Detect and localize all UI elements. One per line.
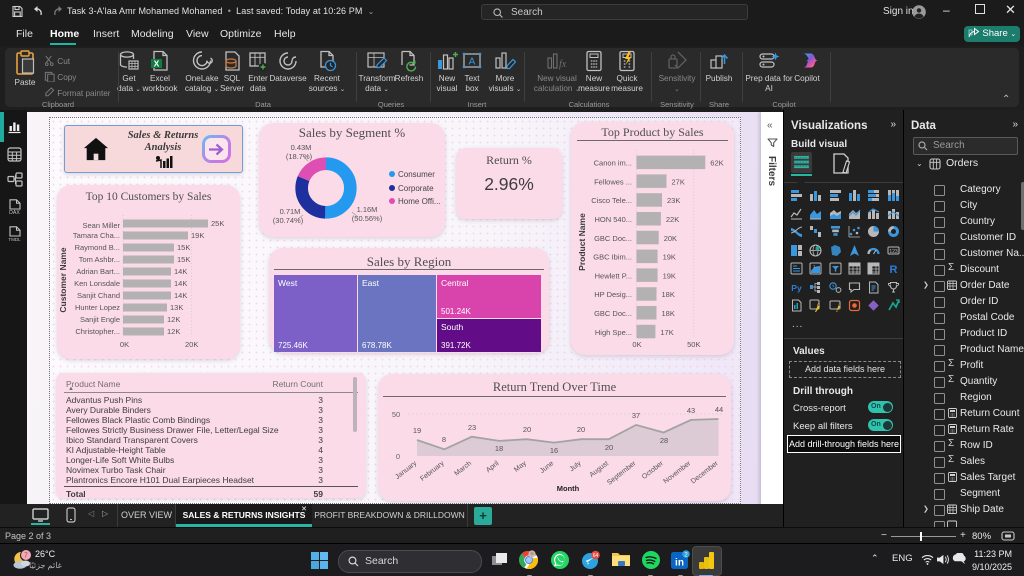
svg-text:January: January <box>394 460 418 481</box>
svg-text:64: 64 <box>593 553 599 559</box>
svg-text:X: X <box>154 58 160 68</box>
svg-text:123: 123 <box>889 248 898 254</box>
svg-text:June: June <box>539 460 555 475</box>
svg-text:18K: 18K <box>662 309 675 318</box>
svg-text:(30.74%): (30.74%) <box>273 216 304 225</box>
svg-text:22K: 22K <box>666 215 679 224</box>
svg-text:0.43M: 0.43M <box>291 143 312 152</box>
svg-text:(50.56%): (50.56%) <box>352 214 383 223</box>
svg-text:28: 28 <box>660 436 668 445</box>
svg-text:February: February <box>419 460 446 483</box>
svg-text:0K: 0K <box>632 340 641 349</box>
svg-text:20: 20 <box>523 425 531 434</box>
svg-text:13K: 13K <box>170 303 183 312</box>
svg-text:HON 540...: HON 540... <box>594 215 632 224</box>
svg-text:DAX: DAX <box>9 210 20 215</box>
svg-text:19K: 19K <box>191 231 204 240</box>
svg-text:TMDL: TMDL <box>9 237 22 242</box>
svg-text:High Spe...: High Spe... <box>595 328 632 337</box>
svg-text:August: August <box>589 460 611 479</box>
svg-text:Sean Miller: Sean Miller <box>82 221 120 230</box>
svg-text:September: September <box>606 460 638 487</box>
svg-text:May: May <box>513 460 528 474</box>
svg-text:GBC Doc...: GBC Doc... <box>594 309 632 318</box>
svg-text:Tamara Cha...: Tamara Cha... <box>73 231 120 240</box>
svg-text:27K: 27K <box>672 177 685 186</box>
svg-text:Hunter Lopez: Hunter Lopez <box>75 303 120 312</box>
svg-text:19K: 19K <box>663 271 676 280</box>
svg-text:HP Desig...: HP Desig... <box>594 290 632 299</box>
svg-text:23: 23 <box>468 423 476 432</box>
svg-text:Sanjit Engle: Sanjit Engle <box>80 315 120 324</box>
svg-text:20K: 20K <box>185 340 198 349</box>
svg-text:Ken Lonsdale: Ken Lonsdale <box>74 279 120 288</box>
svg-text:37: 37 <box>632 411 640 420</box>
svg-text:14K: 14K <box>174 267 187 276</box>
svg-text:17K: 17K <box>660 328 673 337</box>
svg-text:15K: 15K <box>177 243 190 252</box>
svg-text:Month: Month <box>557 484 580 493</box>
svg-text:March: March <box>453 460 473 478</box>
svg-text:October: October <box>641 460 665 481</box>
svg-text:44: 44 <box>715 405 723 414</box>
svg-text:20: 20 <box>605 443 613 452</box>
svg-text:Consumer: Consumer <box>398 170 435 179</box>
svg-text:Corporate: Corporate <box>398 184 434 193</box>
svg-text:Home Offi...: Home Offi... <box>398 197 441 206</box>
svg-text:Canon im...: Canon im... <box>594 159 632 168</box>
svg-text:Sanjit Chand: Sanjit Chand <box>77 291 120 300</box>
svg-text:A: A <box>469 57 476 68</box>
svg-text:20: 20 <box>577 425 585 434</box>
svg-text:Cisco Tele...: Cisco Tele... <box>591 196 632 205</box>
svg-text:in: in <box>675 558 684 569</box>
svg-text:50K: 50K <box>687 340 700 349</box>
svg-text:15K: 15K <box>177 255 190 264</box>
svg-text:25K: 25K <box>211 219 224 228</box>
svg-text:14K: 14K <box>174 291 187 300</box>
svg-text:Hewlett P...: Hewlett P... <box>595 271 632 280</box>
svg-text:Tom Ashbr...: Tom Ashbr... <box>79 255 120 264</box>
svg-text:18: 18 <box>495 444 503 453</box>
svg-text:19K: 19K <box>663 253 676 262</box>
svg-text:Customer Name: Customer Name <box>58 247 68 312</box>
svg-text:12K: 12K <box>167 327 180 336</box>
svg-text:43: 43 <box>687 406 695 415</box>
svg-text:8: 8 <box>442 435 446 444</box>
svg-text:Fellowes ...: Fellowes ... <box>594 177 632 186</box>
svg-text:7: 7 <box>24 553 28 560</box>
svg-text:(18.7%): (18.7%) <box>286 152 313 161</box>
svg-text:R: R <box>889 264 897 275</box>
svg-text:18K: 18K <box>662 290 675 299</box>
svg-text:0: 0 <box>396 452 400 461</box>
svg-text:1.16M: 1.16M <box>357 205 378 214</box>
svg-text:Product Name: Product Name <box>577 213 587 271</box>
svg-text:19: 19 <box>413 426 421 435</box>
svg-text:16: 16 <box>550 446 558 455</box>
svg-text:December: December <box>690 460 720 486</box>
svg-text:0K: 0K <box>120 340 129 349</box>
svg-text:fx: fx <box>559 59 567 70</box>
svg-text:0.71M: 0.71M <box>280 207 301 216</box>
svg-text:Raymond B...: Raymond B... <box>75 243 120 252</box>
svg-text:GBC Doc...: GBC Doc... <box>594 234 632 243</box>
svg-text:July: July <box>569 460 584 473</box>
svg-text:62K: 62K <box>710 159 723 168</box>
svg-text:14K: 14K <box>174 279 187 288</box>
svg-text:20K: 20K <box>664 234 677 243</box>
svg-text:Py: Py <box>791 283 802 293</box>
svg-text:April: April <box>485 460 501 474</box>
svg-text:Christopher...: Christopher... <box>75 327 120 336</box>
svg-text:23K: 23K <box>667 196 680 205</box>
svg-text:November: November <box>662 460 692 486</box>
svg-text:12K: 12K <box>167 315 180 324</box>
svg-text:Adrian Bart...: Adrian Bart... <box>76 267 120 276</box>
svg-text:GBC Ibim...: GBC Ibim... <box>593 253 632 262</box>
svg-text:50: 50 <box>392 410 400 419</box>
